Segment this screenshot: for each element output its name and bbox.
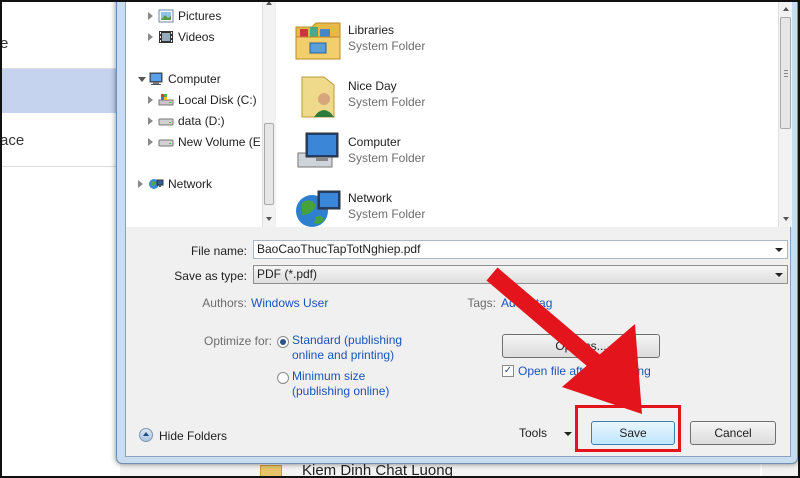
save-highlight-box xyxy=(575,405,681,452)
screenshot-frame: e ace Kiem Dinh Chat Luong Pictures Vide… xyxy=(0,0,800,478)
